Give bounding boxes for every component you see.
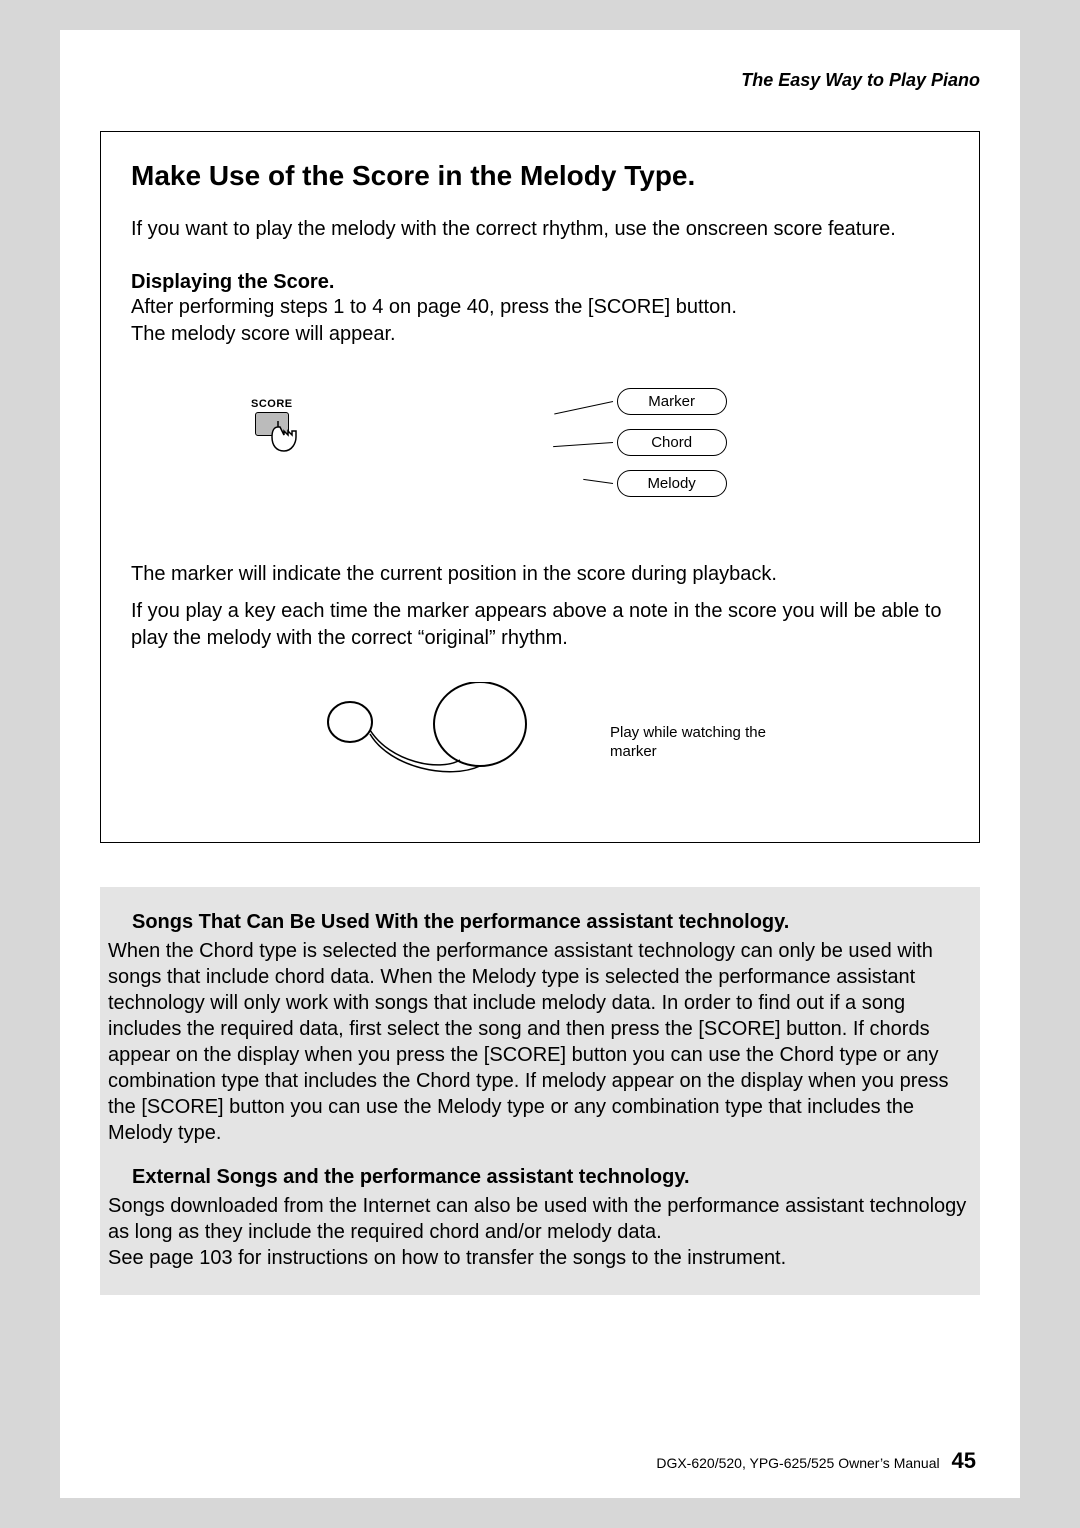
score-callouts: Marker Chord Melody [553, 388, 727, 511]
instruction-line-1: After performing steps 1 to 4 on page 40… [131, 294, 949, 321]
page-footer: DGX-620/520, YPG-625/525 Owner’s Manual … [656, 1448, 976, 1474]
play-while-watching-caption: Play while watching the marker [610, 723, 770, 762]
footer-manual-name: DGX-620/520, YPG-625/525 Owner’s Manual [656, 1455, 939, 1471]
marker-desc-1: The marker will indicate the current pos… [131, 561, 949, 588]
manual-page: The Easy Way to Play Piano Make Use of t… [60, 30, 1020, 1498]
callout-line-icon [553, 442, 613, 447]
songs-info-block: Songs That Can Be Used With the performa… [100, 887, 980, 1295]
box-intro: If you want to play the melody with the … [131, 216, 949, 243]
external-songs-heading: External Songs and the performance assis… [132, 1166, 972, 1189]
marker-desc-2: If you play a key each time the marker a… [131, 598, 949, 652]
callout-line-icon [554, 401, 613, 414]
external-songs-body-2: See page 103 for instructions on how to … [108, 1245, 972, 1271]
callout-melody-label: Melody [617, 470, 727, 497]
score-figure-row: SCORE Marker Chord Melod [131, 388, 949, 511]
callout-chord-label: Chord [617, 429, 727, 456]
note-heads-figure: Play while watching the marker [131, 682, 949, 802]
instruction-line-2: The melody score will appear. [131, 321, 949, 348]
displaying-score-subhead: Displaying the Score. [131, 271, 334, 293]
external-songs-body-1: Songs downloaded from the Internet can a… [108, 1193, 972, 1245]
pointing-hand-icon [270, 421, 306, 461]
music-notes-icon [310, 682, 570, 802]
songs-usable-body: When the Chord type is selected the perf… [108, 938, 972, 1146]
box-title: Make Use of the Score in the Melody Type… [131, 160, 949, 192]
songs-usable-heading: Songs That Can Be Used With the performa… [132, 911, 972, 934]
melody-score-box: Make Use of the Score in the Melody Type… [100, 131, 980, 843]
running-head: The Easy Way to Play Piano [100, 70, 980, 91]
callout-line-icon [583, 479, 613, 484]
score-button-figure: SCORE [251, 398, 293, 436]
callout-melody: Melody [553, 470, 727, 497]
footer-page-number: 45 [952, 1448, 976, 1473]
callout-chord: Chord [553, 429, 727, 456]
score-button-icon [255, 412, 289, 436]
callout-marker: Marker [553, 388, 727, 415]
callout-marker-label: Marker [617, 388, 727, 415]
score-button-label: SCORE [251, 398, 293, 410]
